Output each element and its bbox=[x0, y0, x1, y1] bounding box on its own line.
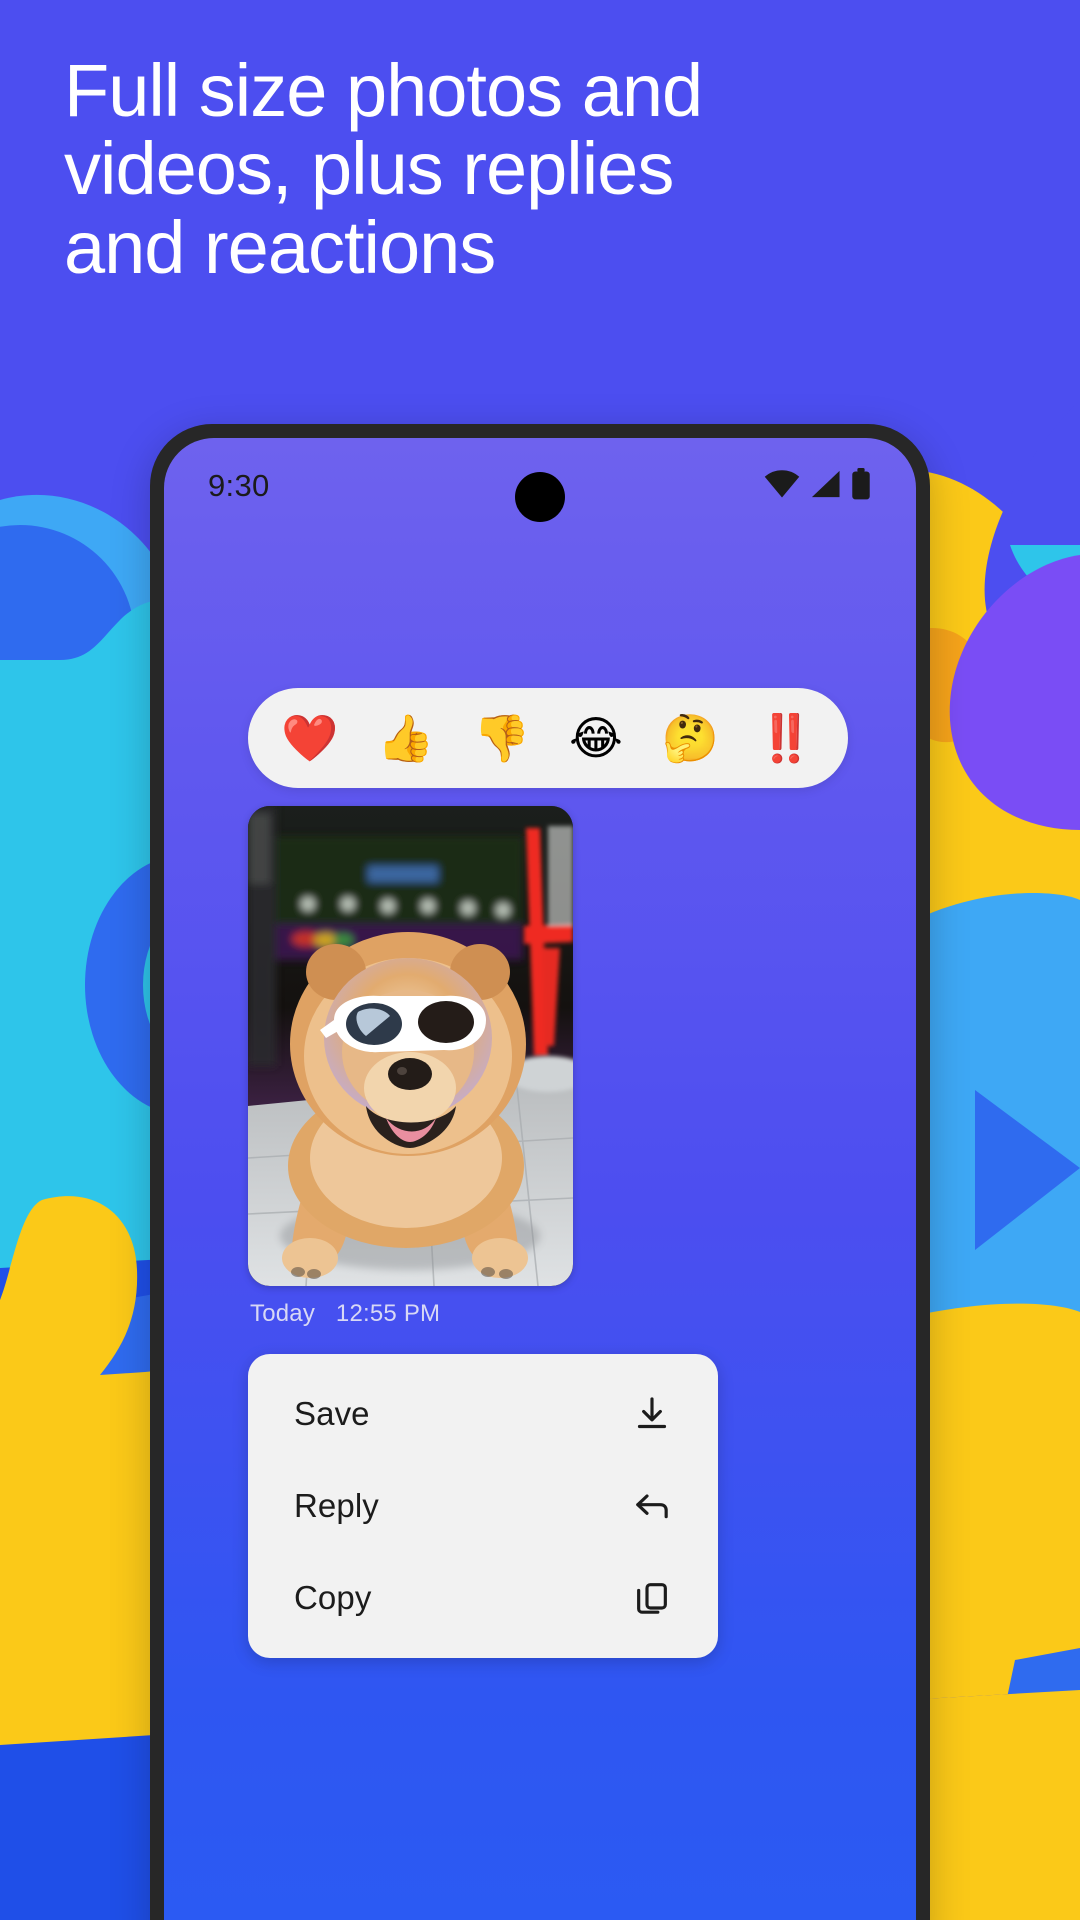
reply-arrow-icon bbox=[632, 1486, 672, 1526]
reaction-bar[interactable]: ❤️ 👍 👎 😂 🤔 ‼️ bbox=[248, 688, 848, 788]
thumbs-up-reaction-icon[interactable]: 👍 bbox=[377, 715, 434, 761]
wifi-icon bbox=[764, 469, 800, 504]
menu-item-copy-label: Copy bbox=[294, 1579, 372, 1616]
joy-reaction-icon[interactable]: 😂 bbox=[569, 715, 623, 761]
punch-hole-camera-icon bbox=[515, 472, 565, 522]
page-title: Full size photos and videos, plus replie… bbox=[64, 49, 703, 289]
menu-item-reply[interactable]: Reply bbox=[248, 1460, 718, 1552]
decor-right-cluster bbox=[905, 400, 1080, 1920]
menu-item-copy[interactable]: Copy bbox=[248, 1552, 718, 1644]
cell-signal-icon bbox=[809, 469, 841, 504]
thumbs-down-reaction-icon[interactable]: 👎 bbox=[473, 715, 530, 761]
download-icon bbox=[632, 1394, 672, 1434]
battery-icon bbox=[850, 467, 872, 505]
thinking-reaction-icon[interactable]: 🤔 bbox=[661, 715, 718, 761]
message-photo-attachment[interactable] bbox=[248, 806, 573, 1286]
double-exclamation-reaction-icon[interactable]: ‼️ bbox=[757, 715, 814, 761]
status-time: 9:30 bbox=[208, 468, 270, 503]
phone-screen: 9:30 ❤️ 👍 👎 😂 🤔 ‼️ Today 12:55 PM Save R… bbox=[164, 438, 916, 1920]
status-icons bbox=[764, 467, 872, 505]
menu-item-reply-label: Reply bbox=[294, 1487, 379, 1524]
menu-item-save[interactable]: Save bbox=[248, 1368, 718, 1460]
timestamp-day: Today bbox=[250, 1300, 316, 1327]
phone-mockup: 9:30 ❤️ 👍 👎 😂 🤔 ‼️ Today 12:55 PM Save R… bbox=[150, 424, 930, 1920]
menu-item-save-label: Save bbox=[294, 1395, 370, 1432]
message-context-menu: Save Reply Copy bbox=[248, 1354, 718, 1658]
message-timestamp: Today 12:55 PM bbox=[250, 1300, 440, 1328]
heart-reaction-icon[interactable]: ❤️ bbox=[281, 715, 338, 761]
copy-icon bbox=[632, 1578, 672, 1618]
timestamp-time: 12:55 PM bbox=[335, 1300, 441, 1327]
